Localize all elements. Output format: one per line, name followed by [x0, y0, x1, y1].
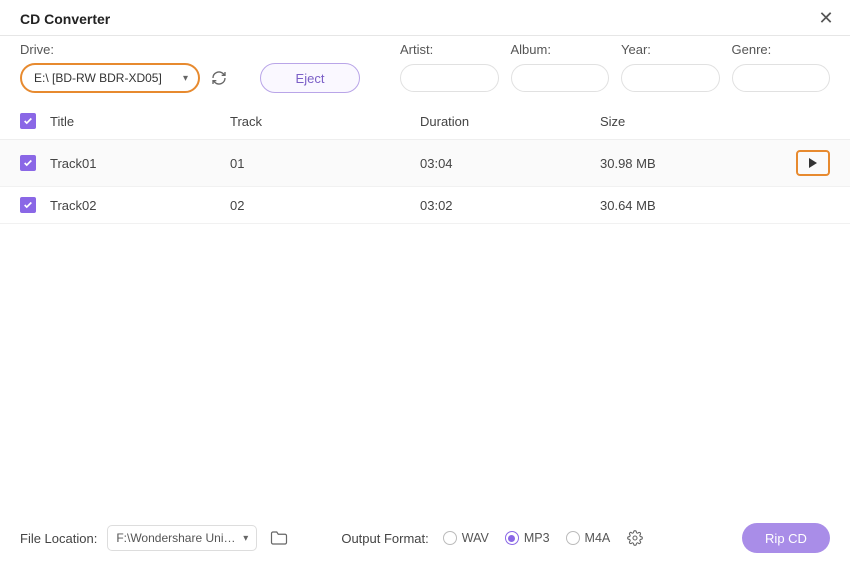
track-list: Track010103:0430.98 MBTrack020203:0230.6…	[0, 140, 850, 224]
year-input[interactable]	[621, 64, 720, 92]
col-size: Size	[600, 114, 760, 129]
output-format-label: Output Format:	[341, 531, 428, 546]
cell-duration: 03:04	[420, 156, 600, 171]
cell-track: 02	[230, 198, 420, 213]
settings-button[interactable]	[624, 527, 646, 549]
table-row[interactable]: Track010103:0430.98 MB	[0, 140, 850, 187]
cell-duration: 03:02	[420, 198, 600, 213]
play-button[interactable]	[796, 150, 830, 176]
drive-selected-value: E:\ [BD-RW BDR-XD05]	[34, 71, 162, 85]
genre-label: Genre:	[732, 42, 831, 57]
output-format-group: WAV MP3 M4A	[443, 531, 611, 545]
cell-track: 01	[230, 156, 420, 171]
cell-size: 30.64 MB	[600, 198, 760, 213]
col-track: Track	[230, 114, 420, 129]
album-label: Album:	[511, 42, 610, 57]
refresh-button[interactable]	[208, 67, 230, 89]
rip-cd-button[interactable]: Rip CD	[742, 523, 830, 553]
file-location-select[interactable]: F:\Wondershare UniConverter ▾	[107, 525, 257, 551]
window-title: CD Converter	[20, 11, 110, 27]
format-wav[interactable]: WAV	[443, 531, 489, 545]
genre-input[interactable]	[732, 64, 831, 92]
col-title: Title	[50, 114, 230, 129]
table-header: Title Track Duration Size	[0, 103, 850, 140]
chevron-down-icon: ▾	[183, 73, 188, 84]
titlebar: CD Converter ✕	[0, 0, 850, 35]
cell-title: Track02	[50, 198, 230, 213]
eject-button[interactable]: Eject	[260, 63, 360, 93]
artist-input[interactable]	[400, 64, 499, 92]
table-row[interactable]: Track020203:0230.64 MB	[0, 187, 850, 224]
album-input[interactable]	[511, 64, 610, 92]
drive-label: Drive:	[20, 42, 54, 57]
drive-select[interactable]: E:\ [BD-RW BDR-XD05] ▾	[20, 63, 200, 93]
footer-bar: File Location: F:\Wondershare UniConvert…	[0, 511, 850, 567]
open-folder-button[interactable]	[267, 526, 291, 550]
row-checkbox[interactable]	[20, 155, 36, 171]
year-label: Year:	[621, 42, 720, 57]
format-mp3[interactable]: MP3	[505, 531, 550, 545]
cell-title: Track01	[50, 156, 230, 171]
metadata-panel: Drive: Artist: Album: Year: Genre: E:\ […	[0, 36, 850, 103]
file-location-value: F:\Wondershare UniConverter	[116, 531, 243, 545]
chevron-down-icon: ▾	[243, 533, 248, 544]
select-all-checkbox[interactable]	[20, 113, 36, 129]
row-checkbox[interactable]	[20, 197, 36, 213]
close-icon[interactable]: ✕	[814, 8, 838, 29]
artist-label: Artist:	[400, 42, 499, 57]
cell-size: 30.98 MB	[600, 156, 760, 171]
col-duration: Duration	[420, 114, 600, 129]
format-m4a[interactable]: M4A	[566, 531, 611, 545]
file-location-label: File Location:	[20, 531, 97, 546]
